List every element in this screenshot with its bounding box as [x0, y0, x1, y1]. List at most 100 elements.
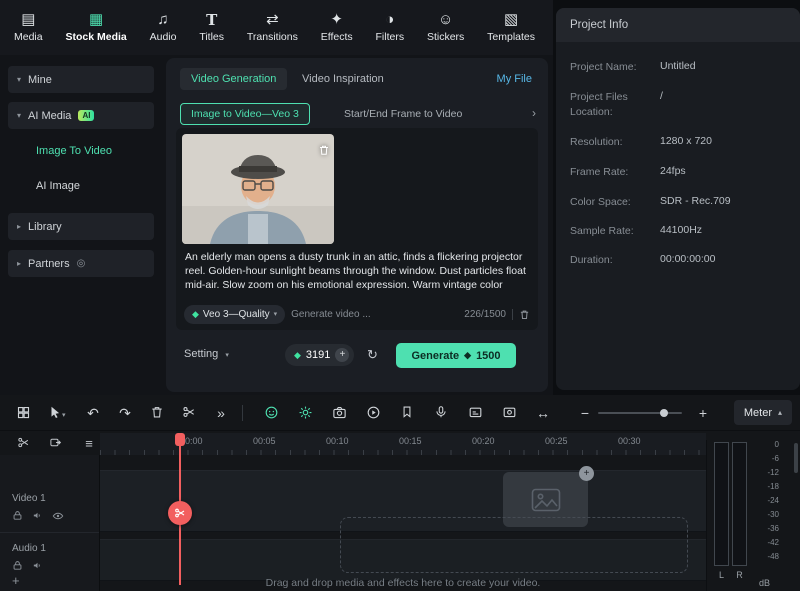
split-scissors-icon[interactable] — [180, 405, 198, 419]
sidebar-item-ai-media-label: AI Media — [28, 110, 71, 122]
chevron-down-icon: ▾ — [225, 352, 229, 359]
partners-icon: ◎ — [77, 258, 86, 269]
lock-icon[interactable] — [12, 560, 23, 571]
meter-bar-right — [732, 442, 747, 566]
credits-balance[interactable]: ◆ 3191 + — [285, 344, 354, 366]
credits-value: 3191 — [306, 349, 330, 361]
setting-row: Setting ▾ ◆ 3191 + ↻ Generate ◆ 1500 — [166, 342, 548, 368]
tab-stock-media[interactable]: ▦ Stock Media — [65, 12, 126, 43]
sidebar-item-ai-image[interactable]: AI Image — [36, 176, 80, 196]
lock-icon[interactable] — [12, 510, 23, 521]
mode-image-to-video[interactable]: Image to Video—Veo 3 — [180, 103, 310, 125]
fit-timeline-icon[interactable]: ↔ — [534, 405, 552, 421]
add-credits-icon[interactable]: + — [335, 348, 349, 362]
audio-track-label: Audio 1 — [12, 543, 46, 554]
delete-image-icon[interactable] — [318, 144, 330, 156]
tab-templates[interactable]: ▧ Templates — [487, 12, 535, 43]
tab-transitions[interactable]: ⇄ Transitions — [247, 12, 298, 43]
sidebar-item-partners[interactable]: ▸ Partners ◎ — [8, 250, 154, 277]
playback-speed-icon[interactable] — [364, 405, 382, 420]
tab-filters[interactable]: ◑ Filters — [375, 12, 404, 43]
more-tools-icon[interactable]: » — [212, 405, 230, 421]
tab-audio[interactable]: ♫ Audio — [150, 12, 177, 43]
prompt-textarea[interactable]: An elderly man opens a dusty trunk in an… — [185, 250, 530, 304]
field-value: 44100Hz — [660, 224, 702, 236]
right-channel-label: R — [732, 570, 747, 580]
my-file-link[interactable]: My File — [497, 73, 532, 85]
mode-start-end-frame[interactable]: Start/End Frame to Video — [344, 108, 462, 120]
timeline-ruler[interactable]: 00:00 00:05 00:10 00:15 00:20 00:25 00:3… — [100, 433, 706, 455]
voiceover-mic-icon[interactable] — [432, 405, 450, 419]
tab-transitions-label: Transitions — [247, 31, 298, 43]
meter-bar-left — [714, 442, 729, 566]
add-media-badge[interactable]: + — [579, 466, 594, 481]
hide-track-eye-icon[interactable] — [52, 510, 64, 522]
render-preview-icon[interactable] — [46, 436, 64, 449]
mute-speaker-icon[interactable] — [32, 510, 43, 521]
ruler-timestamp: 00:25 — [545, 436, 568, 446]
tab-stock-media-label: Stock Media — [65, 31, 126, 43]
tab-titles[interactable]: T Titles — [199, 12, 224, 43]
zoom-slider-handle[interactable] — [660, 409, 668, 417]
undo-icon[interactable]: ↶ — [84, 405, 102, 421]
divider — [512, 309, 513, 320]
tab-audio-label: Audio — [150, 31, 177, 43]
zoom-in-icon[interactable]: + — [694, 405, 712, 421]
smart-cutout-icon[interactable] — [296, 405, 314, 420]
clear-prompt-icon[interactable] — [519, 309, 530, 320]
tab-video-inspiration[interactable]: Video Inspiration — [302, 73, 384, 85]
setting-dropdown[interactable]: Setting ▾ — [184, 348, 229, 360]
chevron-right-icon: ▸ — [17, 222, 21, 231]
chevron-right-icon: ▸ — [17, 259, 21, 268]
field-value: 00:00:00:00 — [660, 253, 715, 265]
model-selector-dropdown[interactable]: ◆ Veo 3—Quality ▾ — [184, 305, 285, 324]
screen-record-icon[interactable] — [500, 405, 518, 420]
snapshot-camera-icon[interactable] — [330, 405, 348, 420]
tab-video-generation[interactable]: Video Generation — [180, 68, 287, 90]
field-label: Duration: — [570, 253, 656, 268]
playhead-handle[interactable] — [175, 433, 185, 446]
cost-gem-icon: ◆ — [464, 350, 471, 361]
auto-captions-icon[interactable] — [466, 405, 484, 420]
chevron-down-icon: ▾ — [17, 111, 21, 120]
modes-more-arrow-icon[interactable]: › — [532, 106, 536, 120]
generate-cost: 1500 — [476, 350, 500, 362]
tab-media[interactable]: ▤ Media — [14, 12, 43, 43]
field-label: Resolution: — [570, 135, 656, 150]
sidebar-item-library[interactable]: ▸ Library — [8, 213, 154, 240]
project-info-panel: Project Info Project Name: Untitled Proj… — [556, 8, 800, 390]
zoom-out-icon[interactable]: − — [576, 405, 594, 421]
ruler-timestamp: 00:15 — [399, 436, 422, 446]
face-mosaic-icon[interactable] — [262, 405, 280, 420]
razor-split-icon[interactable] — [14, 436, 32, 449]
add-track-button[interactable]: + — [12, 573, 20, 588]
mute-speaker-icon[interactable] — [32, 560, 43, 571]
sidebar-item-image-to-video[interactable]: Image To Video — [36, 141, 112, 161]
meter-toggle-button[interactable]: Meter ▴ — [734, 400, 792, 425]
uploaded-image-thumbnail[interactable] — [182, 134, 334, 244]
sidebar-item-image-to-video-label: Image To Video — [36, 145, 112, 157]
delete-icon[interactable] — [148, 405, 166, 419]
redo-icon[interactable]: ↷ — [116, 405, 134, 421]
layout-grid-icon[interactable] — [14, 405, 32, 420]
sidebar-item-library-label: Library — [28, 221, 62, 233]
playhead-split-button[interactable] — [168, 501, 192, 525]
sidebar-item-ai-media[interactable]: ▾ AI Media AI — [8, 102, 154, 129]
cursor-mode-caret-icon[interactable]: ▾ — [62, 411, 66, 419]
refresh-credits-icon[interactable]: ↻ — [367, 347, 378, 363]
media-placeholder-card[interactable]: + — [503, 472, 588, 527]
meter-scale-value: -48 — [753, 552, 779, 561]
timeline-toolbar: ▾ ↶ ↷ » — [0, 395, 800, 431]
timeline-scrollbar[interactable] — [794, 443, 798, 473]
tab-stickers[interactable]: ☺ Stickers — [427, 12, 464, 43]
zoom-slider[interactable] — [598, 412, 682, 414]
generate-button[interactable]: Generate ◆ 1500 — [396, 343, 516, 368]
audio-meter-panel: 0 -6 -12 -18 -24 -30 -36 -42 -48 L R dB — [706, 440, 800, 591]
sidebar-item-mine[interactable]: ▾ Mine — [8, 66, 154, 93]
tab-effects[interactable]: ✦ Effects — [321, 12, 353, 43]
track-manager-icon[interactable]: ≡ — [80, 436, 98, 451]
marker-icon[interactable] — [398, 405, 416, 419]
stickers-icon: ☺ — [438, 12, 453, 28]
tab-media-label: Media — [14, 31, 43, 43]
db-unit-label: dB — [759, 578, 770, 588]
